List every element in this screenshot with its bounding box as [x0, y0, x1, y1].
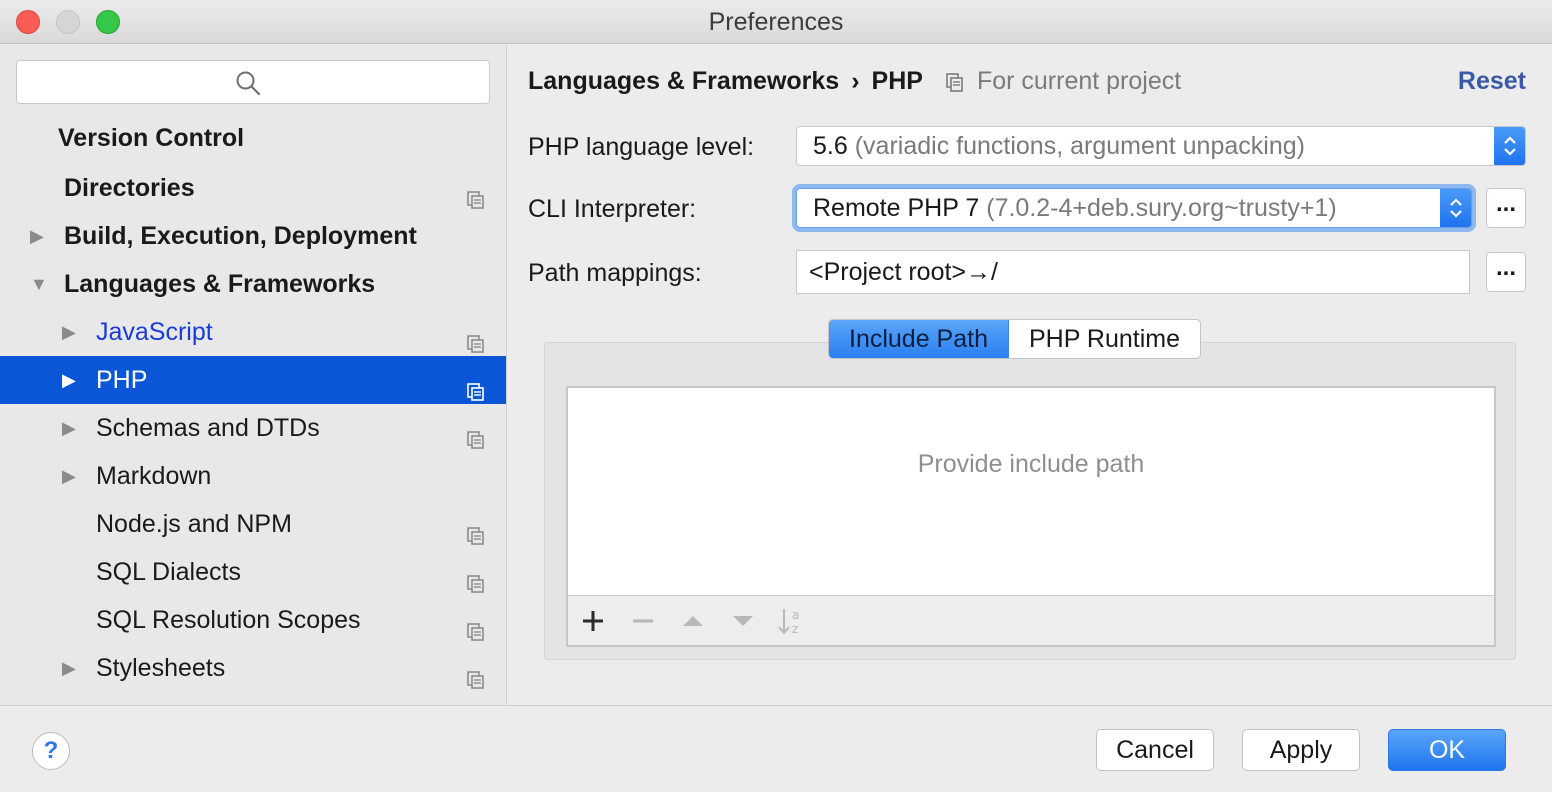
svg-text:a: a — [792, 608, 799, 622]
sidebar-item-label: Schemas and DTDs — [96, 414, 320, 442]
tab-bar: Include Path PHP Runtime — [828, 319, 1201, 359]
search-input[interactable] — [16, 60, 490, 104]
cli-interpreter-dropdown-button[interactable] — [1440, 189, 1471, 227]
cli-interpreter-browse-button[interactable]: ... — [1486, 188, 1526, 228]
path-mappings-label: Path mappings: — [528, 259, 702, 287]
collapsed-arrow-icon[interactable]: ▶ — [30, 212, 50, 260]
breadcrumb: Languages & Frameworks › PHP For current… — [528, 67, 1181, 96]
chevron-updown-icon — [1504, 136, 1516, 156]
cli-interpreter-select[interactable]: Remote PHP 7 (7.0.2-4+deb.sury.org~trust… — [796, 188, 1472, 228]
search-icon — [236, 71, 261, 96]
breadcrumb-parent: Languages & Frameworks — [528, 67, 840, 95]
language-level-label: PHP language level: — [528, 133, 755, 161]
window-title: Preferences — [708, 8, 844, 36]
cancel-button[interactable]: Cancel — [1096, 729, 1214, 771]
include-path-list[interactable]: Provide include path a z — [566, 386, 1496, 647]
move-up-icon[interactable] — [678, 606, 708, 636]
chevron-updown-icon — [1450, 198, 1462, 218]
sort-az-icon[interactable]: a z — [776, 606, 806, 636]
language-level-select[interactable]: 5.6 (variadic functions, argument unpack… — [796, 126, 1526, 166]
sidebar-item-php[interactable]: ▶ PHP — [0, 356, 506, 404]
add-icon[interactable] — [578, 606, 608, 636]
sidebar-item-sql-dialects[interactable]: SQL Dialects — [0, 548, 506, 596]
breadcrumb-separator: › — [851, 67, 860, 95]
sidebar-item-label: SQL Resolution Scopes — [96, 606, 361, 634]
language-level-description: (variadic functions, argument unpacking) — [854, 132, 1305, 160]
path-mappings-field[interactable]: <Project root>→/ — [796, 250, 1470, 294]
svg-text:z: z — [792, 622, 798, 636]
reset-link[interactable]: Reset — [1458, 67, 1526, 96]
language-level-dropdown-button[interactable] — [1494, 127, 1525, 165]
settings-sidebar: Version Control Directories ▶ Build, Execut… — [0, 45, 507, 705]
help-button[interactable]: ? — [32, 732, 70, 770]
cli-interpreter-version: (7.0.2-4+deb.sury.org~trusty+1) — [986, 194, 1337, 222]
collapsed-arrow-icon[interactable]: ▶ — [62, 404, 82, 452]
sidebar-item-label: SQL Dialects — [96, 558, 241, 586]
sidebar-item-stylesheets[interactable]: ▶ Stylesheets — [0, 644, 506, 692]
sidebar-item-schemas-and-dtds[interactable]: ▶ Schemas and DTDs — [0, 404, 506, 452]
ok-button[interactable]: OK — [1388, 729, 1506, 771]
sidebar-item-label: Node.js and NPM — [96, 510, 292, 538]
sidebar-item-label: PHP — [96, 366, 148, 394]
path-mappings-browse-button[interactable]: ... — [1486, 252, 1526, 292]
sidebar-item-label: Directories — [64, 174, 195, 202]
sidebar-item-label: Stylesheets — [96, 654, 226, 682]
sidebar-item-sql-resolution-scopes[interactable]: SQL Resolution Scopes — [0, 596, 506, 644]
apply-button[interactable]: Apply — [1242, 729, 1360, 771]
collapsed-arrow-icon[interactable]: ▶ — [62, 356, 82, 404]
expanded-arrow-icon[interactable]: ▼ — [30, 260, 50, 308]
sidebar-item-label: Version Control — [58, 124, 245, 152]
move-down-icon[interactable] — [728, 606, 758, 636]
sidebar-item-languages-frameworks[interactable]: ▼ Languages & Frameworks — [0, 260, 506, 308]
cli-interpreter-value: Remote PHP 7 — [813, 194, 980, 222]
include-path-toolbar: a z — [568, 595, 1494, 645]
title-bar: Preferences — [0, 0, 1552, 44]
sidebar-item-label: Markdown — [96, 462, 212, 490]
include-path-empty-text: Provide include path — [917, 450, 1145, 478]
sidebar-item-directories[interactable]: Directories — [0, 164, 506, 212]
project-scope-icon — [466, 658, 486, 706]
cli-interpreter-label: CLI Interpreter: — [528, 195, 697, 223]
language-level-value: 5.6 — [813, 132, 848, 160]
sidebar-item-build-execution-deployment[interactable]: ▶ Build, Execution, Deployment — [0, 212, 506, 260]
collapsed-arrow-icon[interactable]: ▶ — [62, 452, 82, 500]
tab-include-path[interactable]: Include Path — [829, 320, 1009, 358]
php-settings-panel: Languages & Frameworks › PHP For current… — [508, 45, 1552, 705]
collapsed-arrow-icon[interactable]: ▶ — [62, 308, 82, 356]
tab-php-runtime[interactable]: PHP Runtime — [1009, 320, 1200, 358]
scope-label: For current project — [976, 67, 1182, 95]
project-scope-icon — [946, 72, 963, 92]
sidebar-item-label: JavaScript — [96, 318, 213, 346]
remove-icon[interactable] — [628, 606, 658, 636]
sidebar-item-label: Languages & Frameworks — [64, 270, 376, 298]
sidebar-item-node-js-and-npm[interactable]: Node.js and NPM — [0, 500, 506, 548]
collapsed-arrow-icon[interactable]: ▶ — [62, 644, 82, 692]
breadcrumb-current: PHP — [871, 67, 923, 95]
sidebar-item-label: Build, Execution, Deployment — [64, 222, 417, 250]
sidebar-item-markdown[interactable]: ▶ Markdown — [0, 452, 506, 500]
sidebar-item-version-control[interactable]: Version Control — [0, 114, 506, 162]
dialog-footer: ? Cancel Apply OK — [0, 705, 1552, 792]
sidebar-item-javascript[interactable]: ▶ JavaScript — [0, 308, 506, 356]
